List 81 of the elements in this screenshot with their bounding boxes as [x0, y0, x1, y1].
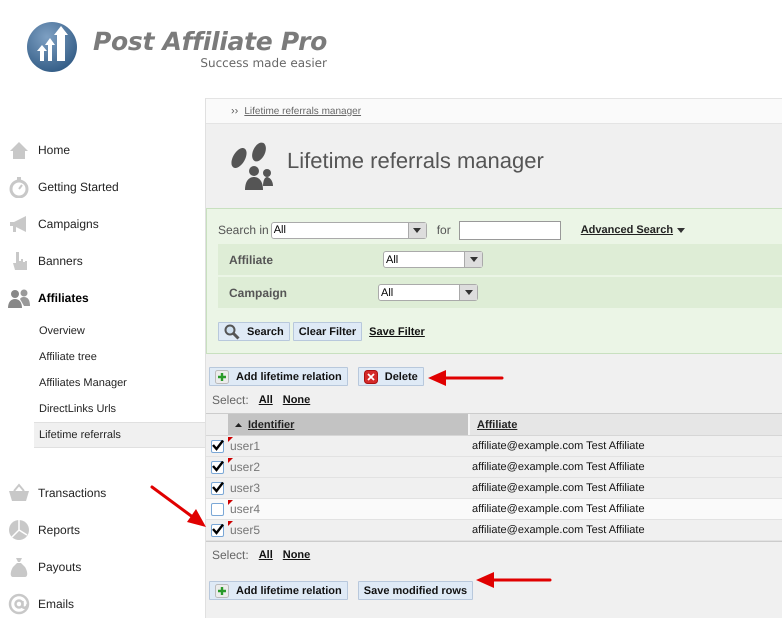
sidebar-item[interactable]: Campaigns — [0, 205, 205, 242]
dropdown[interactable]: All — [270, 222, 427, 238]
check-icon — [212, 524, 224, 534]
plus-icon — [215, 584, 229, 598]
checkbox[interactable] — [210, 502, 224, 516]
table-cell-text: user5 — [229, 523, 262, 537]
sidebar-item[interactable]: Affiliates — [0, 279, 205, 316]
sort-up-icon — [235, 422, 242, 426]
checkbox[interactable] — [210, 460, 224, 474]
sidebar-item[interactable]: Reports — [0, 511, 205, 548]
select-link[interactable]: None — [282, 394, 310, 406]
breadcrumb-link[interactable]: Lifetime referrals manager — [244, 106, 362, 116]
sidebar-item[interactable]: Home — [0, 131, 205, 168]
sidebar-item[interactable]: Getting Started — [0, 168, 205, 205]
at-sign-icon — [8, 592, 30, 614]
table-cell-text: user2 — [229, 460, 262, 474]
link[interactable]: Save Filter — [369, 326, 425, 338]
caret-icon — [677, 228, 686, 232]
search-icon — [224, 324, 240, 340]
arrow-icon — [428, 370, 504, 386]
caret-icon — [470, 257, 478, 262]
pie-chart-icon — [8, 518, 30, 540]
table-cell-text: user3 — [229, 481, 262, 495]
delete-button[interactable]: Delete — [358, 367, 424, 386]
sidebar-subitem[interactable]: DirectLinks Urls — [34, 396, 205, 422]
table-cell-text: affiliate@example.com Test Affiliate — [472, 524, 646, 536]
search-button[interactable]: Search — [218, 322, 290, 341]
checkbox[interactable] — [210, 482, 224, 494]
people-icon — [8, 286, 30, 308]
logo-title: Post Affiliate Pro — [93, 28, 327, 56]
sidebar-subitem[interactable]: Affiliates Manager — [34, 370, 205, 396]
sidebar-subitem[interactable]: Affiliate tree — [34, 344, 205, 370]
sidebar-item[interactable]: Banners — [0, 242, 205, 279]
sidebar-subitem[interactable]: Overview — [34, 318, 205, 344]
logo-tagline: Success made easier — [200, 56, 327, 70]
select-link[interactable]: All — [258, 549, 273, 561]
check-icon — [212, 482, 224, 492]
check-icon — [212, 440, 224, 450]
select-link[interactable]: All — [258, 394, 273, 406]
add-button[interactable]: Add lifetime relation — [209, 367, 348, 386]
logo-icon — [26, 21, 78, 73]
for-label: for — [436, 223, 451, 237]
action-button[interactable]: Clear Filter — [292, 322, 362, 341]
page-title: Lifetime referrals manager — [287, 148, 544, 174]
table-cell-text: affiliate@example.com Test Affiliate — [472, 461, 646, 473]
caret-icon — [464, 290, 472, 295]
select-link[interactable]: None — [282, 549, 310, 561]
checkbox[interactable] — [210, 524, 224, 536]
plus-icon — [215, 370, 229, 384]
sidebar-item[interactable]: Transactions — [0, 474, 205, 511]
table-cell-text: affiliate@example.com Test Affiliate — [472, 482, 646, 494]
check-icon — [212, 460, 224, 472]
arrow-icon — [476, 572, 552, 588]
select-label: Select: — [212, 548, 249, 562]
arrow-icon — [150, 486, 206, 527]
table-cell-text: user1 — [229, 439, 262, 453]
sidebar-item[interactable]: Payouts — [0, 548, 205, 585]
sidebar-subitem[interactable]: Lifetime referrals — [34, 422, 205, 448]
caret-icon — [413, 228, 422, 232]
add-button[interactable]: Add lifetime relation — [209, 581, 348, 600]
column-header[interactable]: Identifier — [228, 414, 470, 435]
action-button[interactable]: Save modified rows — [358, 581, 474, 600]
filter-label: Affiliate — [229, 252, 274, 266]
search-field[interactable] — [458, 220, 561, 240]
money-bag-icon — [8, 556, 30, 578]
close-icon — [364, 370, 378, 384]
advanced-search-link[interactable]: Advanced Search — [580, 224, 686, 236]
checkbox[interactable] — [210, 440, 224, 452]
dropdown[interactable]: All — [383, 251, 483, 268]
basket-icon — [8, 482, 30, 504]
table-cell-text: affiliate@example.com Test Affiliate — [472, 503, 646, 515]
table-cell-text: user4 — [229, 502, 262, 516]
table-cell-text: affiliate@example.com Test Affiliate — [472, 440, 646, 452]
search-in-label: Search in — [218, 223, 269, 237]
sidebar-item[interactable]: Emails — [0, 585, 205, 618]
dropdown[interactable]: All — [378, 284, 478, 301]
select-label: Select: — [212, 393, 249, 407]
filter-label: Campaign — [229, 286, 288, 300]
column-header[interactable]: Affiliate — [470, 414, 782, 435]
breadcrumb-separator: ›› — [231, 105, 238, 117]
stopwatch-icon — [8, 176, 30, 198]
